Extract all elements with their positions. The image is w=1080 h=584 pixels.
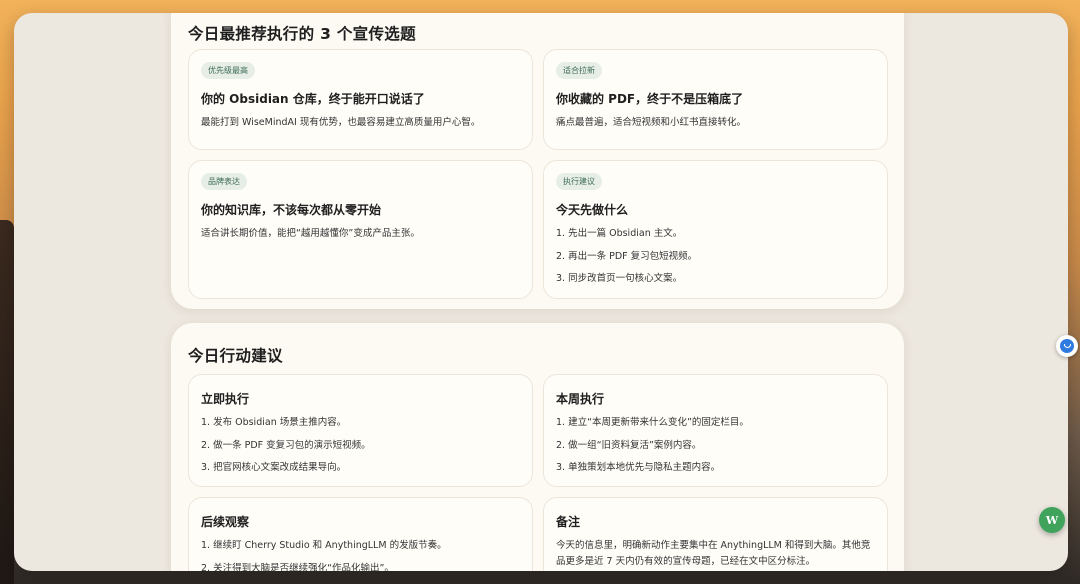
app-window: 今日最推荐执行的 3 个宣传选题 优先级最高 你的 Obsidian 仓库，终于… [14, 13, 1068, 571]
list-item: 3. 把官网核心文案改成结果导向。 [201, 462, 347, 473]
list-item: 1. 发布 Obsidian 场景主推内容。 [201, 417, 347, 428]
category-badge: 执行建议 [556, 173, 602, 190]
actions-panel-title: 今日行动建议 [188, 347, 283, 365]
topic-card-title: 你的 Obsidian 仓库，终于能开口说话了 [201, 92, 425, 106]
recommend-panel-title: 今日最推荐执行的 3 个宣传选题 [188, 25, 416, 43]
floating-assistant-button[interactable] [1056, 335, 1078, 357]
priority-badge: 优先级最高 [201, 62, 255, 79]
action-list: 1. 建立“本周更新带来什么变化”的固定栏目。 2. 做一组“旧资料复活”案例内… [556, 415, 879, 483]
topic-card-brand[interactable]: 品牌表达 你的知识库，不该每次都从零开始 适合讲长期价值，能把“越用越懂你”变成… [188, 160, 533, 299]
topic-card-desc: 最能打到 WiseMindAI 现有优势，也最容易建立高质量用户心智。 [201, 117, 481, 128]
category-badge: 品牌表达 [201, 173, 247, 190]
list-item: 1. 先出一篇 Obsidian 主文。 [556, 228, 683, 239]
chat-icon [1060, 339, 1074, 353]
notes-desc: 今天的信息里，明确新动作主要集中在 AnythingLLM 和得到大脑。其他竞品… [556, 540, 871, 567]
list-item: 2. 做一条 PDF 变复习包的演示短视频。 [201, 439, 371, 451]
wisemind-floating-button[interactable]: W [1039, 507, 1065, 533]
action-card-title: 立即执行 [201, 392, 250, 406]
topic-card-desc: 痛点最普遍，适合短视频和小红书直接转化。 [556, 117, 747, 128]
action-card-now[interactable]: 立即执行 1. 发布 Obsidian 场景主推内容。 2. 做一条 PDF 变… [188, 374, 533, 487]
action-card-watch[interactable]: 后续观察 1. 继续盯 Cherry Studio 和 AnythingLLM … [188, 497, 533, 571]
action-list: 1. 继续盯 Cherry Studio 和 AnythingLLM 的发版节奏… [201, 538, 524, 571]
topic-card-obsidian[interactable]: 优先级最高 你的 Obsidian 仓库，终于能开口说话了 最能打到 WiseM… [188, 49, 533, 150]
list-item: 2. 关注得到大脑是否继续强化“作品化输出”。 [201, 562, 394, 572]
wisemind-logo-icon: W [1045, 513, 1059, 527]
list-item: 3. 单独策划本地优先与隐私主题内容。 [556, 462, 721, 473]
topic-card-pdf[interactable]: 适合拉新 你收藏的 PDF，终于不是压箱底了 痛点最普遍，适合短视频和小红书直接… [543, 49, 888, 150]
background-silhouette [0, 220, 14, 584]
action-card-title: 本周执行 [556, 392, 605, 406]
actions-panel: 今日行动建议 立即执行 1. 发布 Obsidian 场景主推内容。 2. 做一… [171, 323, 904, 571]
exec-list: 1. 先出一篇 Obsidian 主文。 2. 再出一条 PDF 复习包短视频。… [556, 226, 879, 294]
category-badge: 适合拉新 [556, 62, 602, 79]
list-item: 2. 做一组“旧资料复活”案例内容。 [556, 439, 702, 451]
action-card-week[interactable]: 本周执行 1. 建立“本周更新带来什么变化”的固定栏目。 2. 做一组“旧资料复… [543, 374, 888, 487]
topic-card-title: 你收藏的 PDF，终于不是压箱底了 [556, 92, 744, 106]
action-card-title: 后续观察 [201, 515, 250, 529]
topic-card-title: 你的知识库，不该每次都从零开始 [201, 203, 382, 217]
topic-card-exec[interactable]: 执行建议 今天先做什么 1. 先出一篇 Obsidian 主文。 2. 再出一条… [543, 160, 888, 299]
list-item: 1. 建立“本周更新带来什么变化”的固定栏目。 [556, 417, 749, 428]
topic-card-desc: 适合讲长期价值，能把“越用越懂你”变成产品主张。 [201, 228, 420, 239]
list-item: 1. 继续盯 Cherry Studio 和 AnythingLLM 的发版节奏… [201, 540, 447, 551]
action-list: 1. 发布 Obsidian 场景主推内容。 2. 做一条 PDF 变复习包的演… [201, 415, 524, 483]
action-card-notes[interactable]: 备注 今天的信息里，明确新动作主要集中在 AnythingLLM 和得到大脑。其… [543, 497, 888, 571]
list-item: 3. 同步改首页一句核心文案。 [556, 273, 683, 284]
topic-card-title: 今天先做什么 [556, 203, 629, 217]
recommend-panel: 今日最推荐执行的 3 个宣传选题 优先级最高 你的 Obsidian 仓库，终于… [171, 13, 904, 309]
list-item: 2. 再出一条 PDF 复习包短视频。 [556, 250, 698, 262]
action-card-title: 备注 [556, 515, 581, 529]
